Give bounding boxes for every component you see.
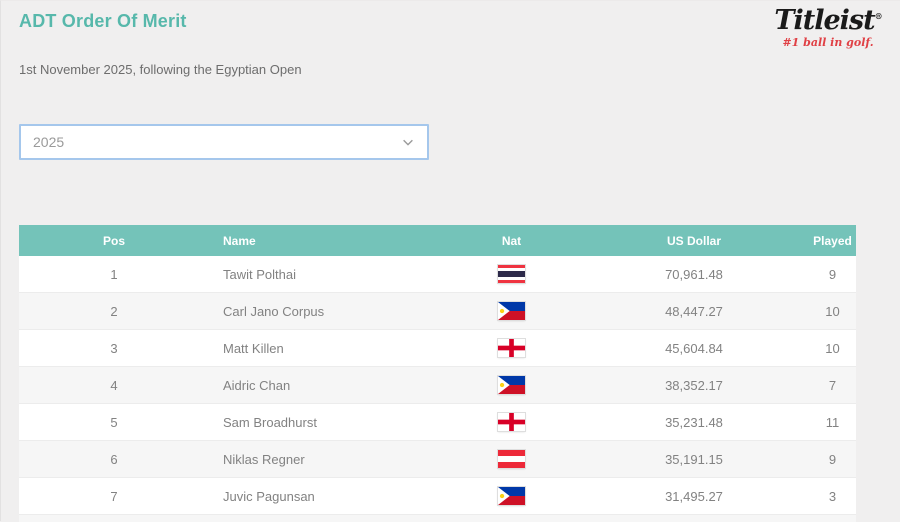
table-row: 1Tawit Polthai 70,961.489: [19, 256, 856, 293]
flag-philippines-icon: [498, 302, 525, 320]
player-name-cell: Tawit Polthai: [209, 267, 444, 282]
nat-cell: [444, 376, 579, 394]
nat-cell: [444, 302, 579, 320]
player-name-cell: Sam Broadhurst: [209, 415, 444, 430]
titleist-logo: Titleist® #1 ball in golf.: [773, 7, 883, 49]
played-cell: 10: [809, 341, 856, 356]
flag-england-icon: [498, 339, 525, 357]
pos-cell: 7: [19, 489, 209, 504]
table-row: 7Juvic Pagunsan 31,495.273: [19, 478, 856, 515]
table-row: 5Sam Broadhurst 35,231.4811: [19, 404, 856, 441]
nat-cell: [444, 487, 579, 505]
nat-cell: [444, 339, 579, 357]
pos-cell: 2: [19, 304, 209, 319]
table-body: 1Tawit Polthai70,961.4892Carl Jano Corpu…: [19, 256, 856, 515]
year-select[interactable]: 2025: [19, 124, 429, 160]
chevron-down-icon: [401, 135, 415, 149]
nat-cell: [444, 265, 579, 283]
flag-austria-icon: [498, 450, 525, 468]
table-header-row: Pos Name Nat US Dollar Played: [19, 225, 856, 256]
col-header-played: Played: [809, 234, 856, 248]
col-header-usdollar: US Dollar: [579, 234, 809, 248]
table-row: 2Carl Jano Corpus 48,447.2710: [19, 293, 856, 330]
player-name-cell: Niklas Regner: [209, 452, 444, 467]
played-cell: 7: [809, 378, 856, 393]
usdollar-cell: 48,447.27: [579, 304, 809, 319]
pos-cell: 5: [19, 415, 209, 430]
usdollar-cell: 45,604.84: [579, 341, 809, 356]
player-name-cell: Carl Jano Corpus: [209, 304, 444, 319]
pos-cell: 1: [19, 267, 209, 282]
player-name-cell: Aidric Chan: [209, 378, 444, 393]
flag-philippines-icon: [498, 376, 525, 394]
table-row: 3Matt Killen 45,604.8410: [19, 330, 856, 367]
flag-philippines-icon: [498, 487, 525, 505]
titleist-brand-text: Titleist®: [773, 7, 883, 35]
merit-date-subtitle: 1st November 2025, following the Egyptia…: [19, 62, 302, 77]
titleist-tagline: #1 ball in golf.: [773, 36, 883, 49]
played-cell: 9: [809, 452, 856, 467]
col-header-name: Name: [209, 234, 444, 248]
usdollar-cell: 38,352.17: [579, 378, 809, 393]
order-of-merit-page: ADT Order Of Merit Titleist® #1 ball in …: [1, 1, 900, 522]
pos-cell: 4: [19, 378, 209, 393]
player-name-cell: Matt Killen: [209, 341, 444, 356]
page-title: ADT Order Of Merit: [19, 11, 187, 32]
flag-england-icon: [498, 413, 525, 431]
played-cell: 9: [809, 267, 856, 282]
year-select-value: 2025: [33, 134, 64, 150]
table-row: 4Aidric Chan 38,352.177: [19, 367, 856, 404]
col-header-pos: Pos: [19, 234, 209, 248]
usdollar-cell: 70,961.48: [579, 267, 809, 282]
usdollar-cell: 31,495.27: [579, 489, 809, 504]
pos-cell: 3: [19, 341, 209, 356]
usdollar-cell: 35,191.15: [579, 452, 809, 467]
nat-cell: [444, 450, 579, 468]
player-name-cell: Juvic Pagunsan: [209, 489, 444, 504]
usdollar-cell: 35,231.48: [579, 415, 809, 430]
pos-cell: 6: [19, 452, 209, 467]
nat-cell: [444, 413, 579, 431]
played-cell: 10: [809, 304, 856, 319]
col-header-nat: Nat: [444, 234, 579, 248]
flag-thailand-icon: [498, 265, 525, 283]
table-row: 6Niklas Regner 35,191.159: [19, 441, 856, 478]
played-cell: 11: [809, 415, 856, 430]
order-of-merit-table: Pos Name Nat US Dollar Played 1Tawit Pol…: [19, 225, 856, 522]
played-cell: 3: [809, 489, 856, 504]
